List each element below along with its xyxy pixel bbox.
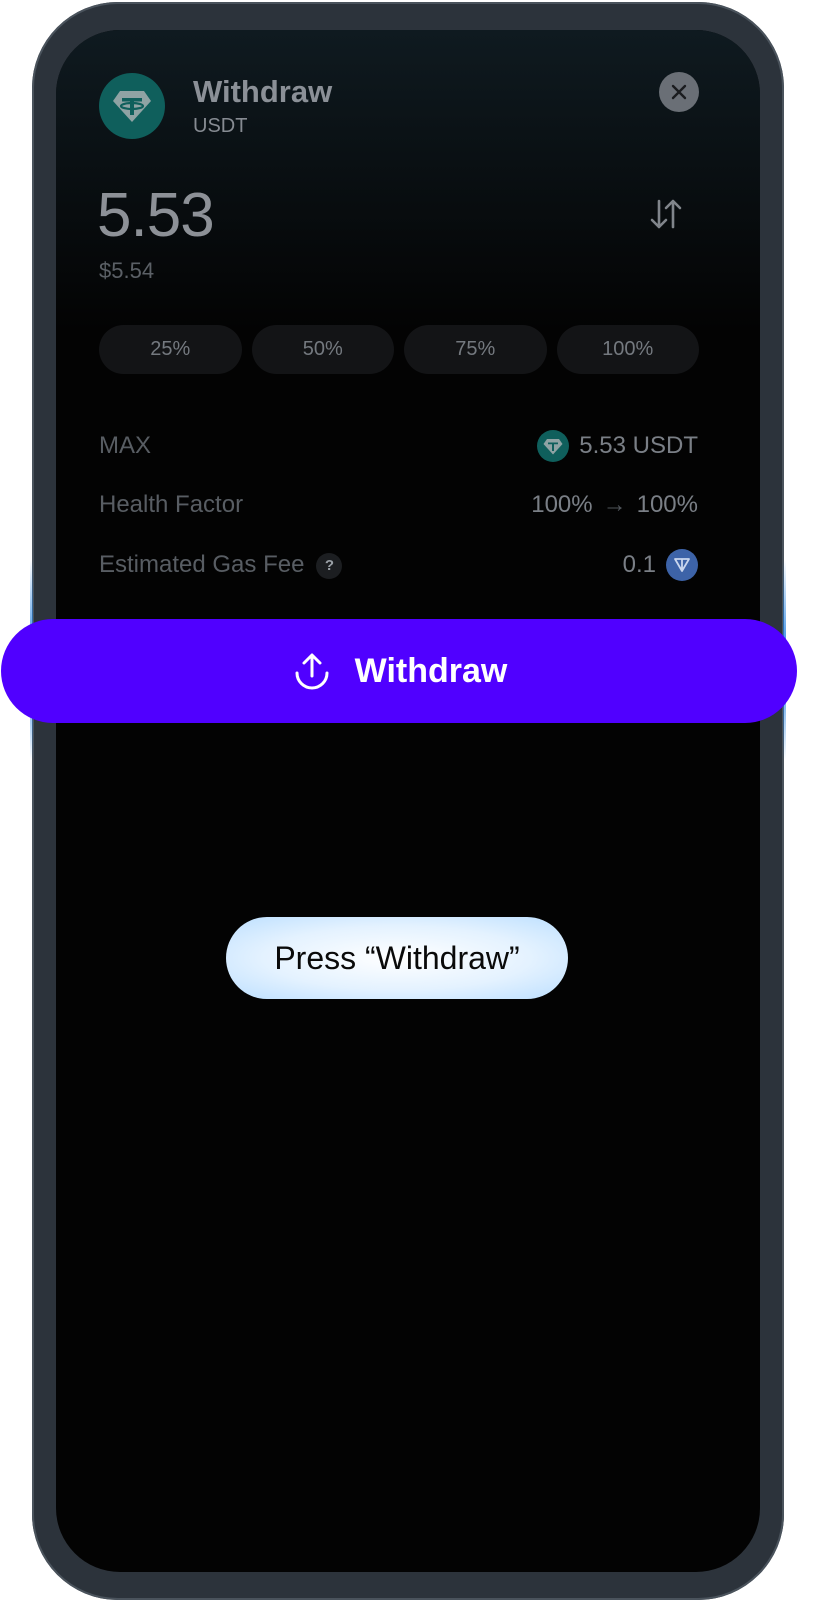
percent-buttons: 25% 50% 75% 100%	[99, 325, 699, 374]
amount-input[interactable]: 5.53	[97, 180, 215, 251]
withdraw-button[interactable]: Withdraw	[1, 619, 797, 723]
screen	[56, 30, 760, 1572]
hint-text: Press “Withdraw”	[274, 939, 520, 976]
gas-fee-amount: 0.1	[622, 551, 656, 578]
close-icon	[671, 84, 687, 100]
ton-icon	[666, 549, 698, 581]
fiat-value: $5.54	[99, 258, 155, 283]
arrow-right-icon: →	[602, 491, 627, 518]
health-factor-label: Health Factor	[99, 491, 244, 518]
health-factor-to: 100%	[636, 491, 698, 518]
health-factor-from: 100%	[531, 491, 593, 518]
percent-25-button[interactable]: 25%	[99, 325, 242, 374]
health-factor-value: 100% → 100%	[531, 491, 698, 519]
swap-vertical-icon[interactable]	[648, 196, 684, 232]
percent-100-button[interactable]: 100%	[556, 325, 699, 374]
gas-fee-value: 0.1	[623, 549, 698, 581]
withdraw-button-label: Withdraw	[354, 651, 508, 690]
max-amount: 5.53 USDT	[579, 432, 698, 459]
gas-fee-label: Estimated Gas Fee	[99, 551, 305, 578]
help-icon[interactable]: ?	[316, 552, 343, 579]
hint-tooltip: Press “Withdraw”	[226, 917, 568, 999]
percent-75-button[interactable]: 75%	[404, 325, 547, 374]
close-button[interactable]	[659, 72, 699, 112]
gas-fee-label-row: Estimated Gas Fee?	[99, 551, 343, 579]
percent-50-button[interactable]: 50%	[251, 325, 394, 374]
page-title: Withdraw	[193, 74, 333, 109]
tether-icon	[99, 73, 165, 139]
tether-icon	[537, 430, 570, 462]
max-value: 5.53 USDT	[537, 430, 698, 462]
max-label: MAX	[99, 432, 152, 459]
upload-icon	[295, 653, 329, 690]
asset-symbol: USDT	[193, 115, 248, 137]
